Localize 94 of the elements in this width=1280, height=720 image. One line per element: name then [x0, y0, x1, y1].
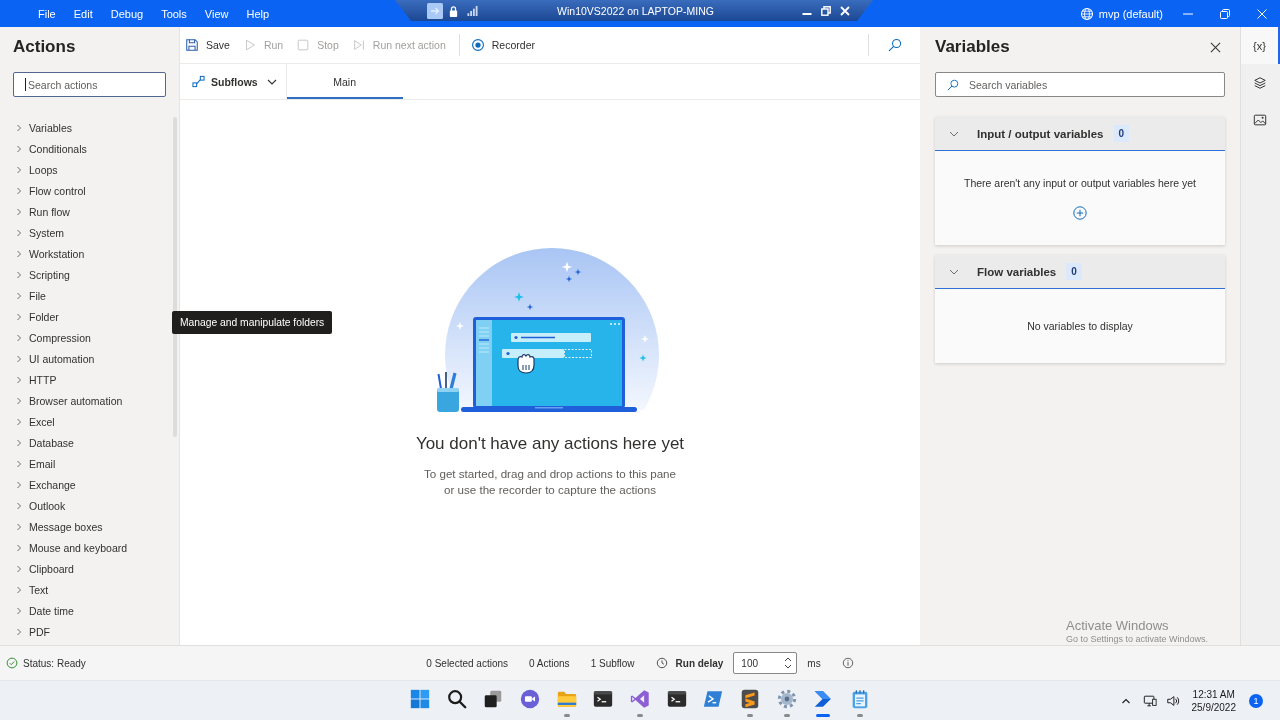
- subflow-count: 1 Subflow: [590, 657, 635, 669]
- speaker-icon[interactable]: [1165, 693, 1180, 708]
- status-text: Status: Ready: [23, 657, 86, 669]
- lock-icon: [448, 4, 459, 17]
- menu-item[interactable]: View: [195, 4, 238, 23]
- up-caret-icon[interactable]: [784, 657, 793, 662]
- action-category[interactable]: Flow control: [0, 180, 171, 201]
- clock-date[interactable]: 25/9/2022: [1191, 700, 1236, 714]
- tile-icon[interactable]: [427, 2, 443, 19]
- record-icon: [470, 38, 485, 52]
- search-field[interactable]: Search actions: [13, 72, 166, 97]
- gear-icon[interactable]: [775, 688, 798, 710]
- action-category[interactable]: Clipboard: [0, 558, 171, 579]
- action-category[interactable]: System: [0, 222, 171, 243]
- save-button[interactable]: Save: [181, 32, 234, 58]
- empty-message: No variables to display: [1027, 319, 1133, 333]
- action-category[interactable]: Date time: [0, 600, 171, 621]
- menu-item[interactable]: Tools: [152, 4, 196, 23]
- info-icon[interactable]: [841, 657, 854, 669]
- action-category[interactable]: Browser automation: [0, 390, 171, 411]
- action-category[interactable]: Folder: [0, 306, 171, 327]
- close-icon[interactable]: [1210, 41, 1221, 53]
- rail-button[interactable]: {x}: [1241, 27, 1280, 64]
- stop-icon: [296, 38, 311, 52]
- monitor-icon[interactable]: [1142, 693, 1157, 708]
- start-icon[interactable]: [409, 688, 432, 710]
- video-chat-icon[interactable]: [519, 688, 542, 710]
- signal-icon: [467, 5, 478, 16]
- ribbon-icon[interactable]: [629, 688, 651, 710]
- action-category[interactable]: Outlook: [0, 495, 171, 516]
- action-category[interactable]: Variables: [0, 117, 171, 138]
- action-category[interactable]: UI automation: [0, 348, 171, 369]
- step-icon: [351, 38, 366, 52]
- search-icon[interactable]: [445, 688, 468, 710]
- action-category[interactable]: Excel: [0, 411, 171, 432]
- save-icon: [185, 38, 199, 52]
- panel-title: Variables: [935, 37, 1010, 57]
- image-icon: [1252, 112, 1267, 127]
- empty-message: There aren't any input or output variables here yet: [964, 176, 1196, 190]
- restore-icon[interactable]: [1219, 8, 1230, 19]
- check-circle-icon: [6, 657, 18, 669]
- run-delay-field[interactable]: 100: [733, 652, 798, 674]
- action-category[interactable]: Workstation: [0, 243, 171, 264]
- flow-icon: [192, 75, 205, 88]
- search-icon: [947, 78, 959, 91]
- notification-badge[interactable]: 1: [1249, 693, 1263, 708]
- action-category[interactable]: Text: [0, 579, 171, 600]
- restore-icon[interactable]: [821, 5, 831, 16]
- menu-item[interactable]: Edit: [64, 4, 102, 23]
- action-category[interactable]: Message boxes: [0, 516, 171, 537]
- text-cursor: [25, 78, 26, 91]
- run-delay-unit: ms: [807, 657, 821, 669]
- remote-session-title: Win10VS2022 on LAPTOP-MING: [556, 4, 715, 17]
- action-category[interactable]: Run flow: [0, 201, 171, 222]
- terminal-icon[interactable]: [665, 688, 688, 710]
- run-delay-label: Run delay: [675, 657, 724, 669]
- actions-count: 0 Actions: [529, 657, 570, 669]
- plus-circle-icon[interactable]: [1073, 206, 1087, 220]
- panel-title: Actions: [12, 36, 77, 57]
- action-category[interactable]: Loops: [0, 159, 171, 180]
- globe-icon[interactable]: [1079, 6, 1094, 21]
- action-category[interactable]: PDF: [0, 621, 171, 642]
- menu-item[interactable]: File: [29, 4, 65, 23]
- down-caret-icon[interactable]: [784, 664, 793, 669]
- action-category[interactable]: File: [0, 285, 171, 306]
- clock-time[interactable]: 12:31 AM: [1192, 687, 1235, 701]
- terminal-icon[interactable]: [592, 688, 615, 710]
- layers-icon: [1252, 75, 1267, 90]
- clock-icon: [655, 657, 668, 669]
- count-badge: 0: [1066, 263, 1082, 280]
- prompt-icon[interactable]: [702, 688, 725, 710]
- action-category[interactable]: Conditionals: [0, 138, 171, 159]
- action-category[interactable]: Scripting: [0, 264, 171, 285]
- action-category[interactable]: Database: [0, 432, 171, 453]
- activation-notice-text: Go to Settings to activate Windows.: [1066, 634, 1209, 645]
- activation-notice-title: Activate Windows: [1066, 618, 1170, 634]
- subflows-dropdown[interactable]: Subflows: [180, 64, 287, 99]
- empty-state-text: To get started, drag and drop actions to this pane or use the recorder to capture the actions: [424, 465, 676, 498]
- count-badge: 0: [1113, 125, 1130, 142]
- selected-actions-count: 0 Selected actions: [426, 657, 509, 669]
- tooltip: Manage and manipulate folders: [172, 311, 333, 334]
- recorder-button[interactable]: Recorder: [466, 32, 539, 58]
- account-name[interactable]: mvp (default): [1098, 7, 1163, 20]
- section-header[interactable]: Flow variables 0: [935, 255, 1225, 289]
- menu-item[interactable]: Debug: [101, 4, 153, 23]
- action-category[interactable]: HTTP: [0, 369, 171, 390]
- action-category[interactable]: Mouse and keyboard: [0, 537, 171, 558]
- menu-item[interactable]: Help: [237, 4, 279, 23]
- empty-state-title: You don't have any actions here yet: [415, 433, 685, 454]
- action-category[interactable]: Compression: [0, 327, 171, 348]
- section-header[interactable]: Input / output variables 0: [935, 117, 1225, 151]
- action-category[interactable]: Email: [0, 453, 171, 474]
- search-field[interactable]: Search variables: [935, 72, 1225, 97]
- action-category[interactable]: Exchange: [0, 474, 171, 495]
